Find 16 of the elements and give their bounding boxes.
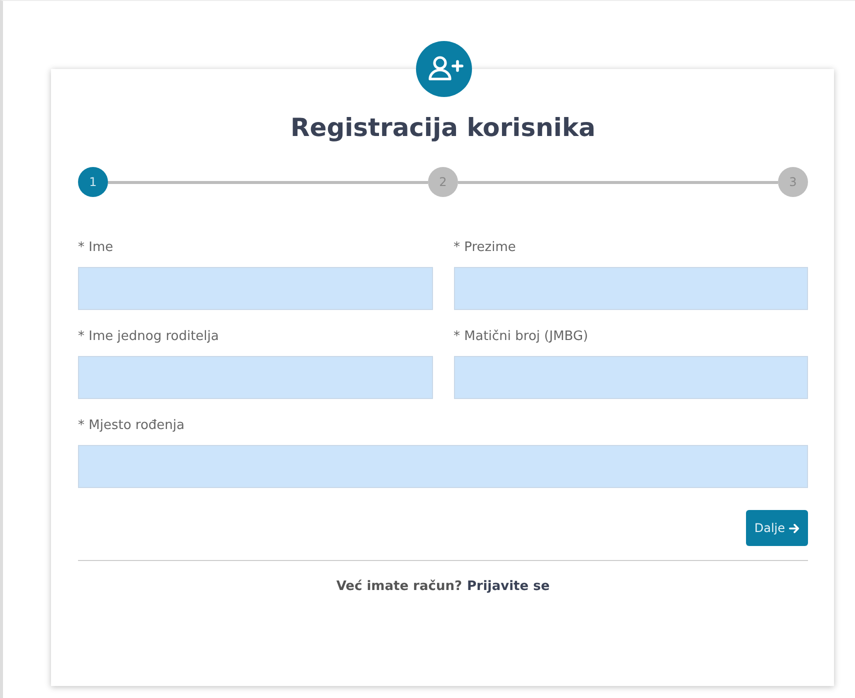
login-link[interactable]: Prijavite se (467, 579, 550, 594)
arrow-right-icon (789, 522, 800, 534)
input-field[interactable] (78, 445, 808, 488)
field-label: * Matični broj (JMBG) (454, 329, 590, 344)
field-label: * Ime jednog roditelja (78, 329, 220, 344)
step-indicator: 1 (78, 167, 108, 197)
next-button[interactable]: Dalje (746, 510, 808, 546)
field-label: * Mjesto rođenja (78, 418, 186, 433)
input-field[interactable] (454, 356, 808, 399)
field-label: * Prezime (454, 240, 517, 255)
input-field[interactable] (454, 267, 808, 310)
input-field[interactable] (78, 356, 432, 399)
input-field[interactable] (78, 267, 432, 310)
footer-text: Već imate račun? (336, 579, 462, 594)
field-label: * Ime (78, 240, 114, 255)
form-title: Registracija korisnika (289, 113, 596, 142)
